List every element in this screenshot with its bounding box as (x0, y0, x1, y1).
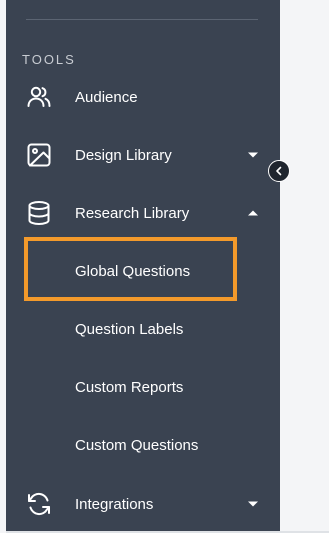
sidebar-item-integrations[interactable]: Integrations (6, 482, 280, 526)
chevron-up-icon (248, 210, 258, 216)
chevron-left-icon (276, 166, 282, 176)
sidebar-item-design-library[interactable]: Design Library (6, 133, 280, 177)
section-title-tools: TOOLS (22, 52, 76, 67)
sidebar-item-label: Research Library (75, 204, 190, 222)
sidebar-subitem-label: Custom Reports (75, 378, 184, 396)
users-icon (27, 86, 51, 107)
chevron-down-icon (248, 501, 258, 507)
highlight-box (24, 237, 237, 301)
image-icon (27, 143, 51, 167)
sidebar-subitem-label: Question Labels (75, 320, 184, 338)
sidebar-subitem-question-labels[interactable]: Question Labels (6, 307, 280, 351)
sidebar-subitem-custom-questions[interactable]: Custom Questions (6, 423, 280, 467)
sidebar-item-research-library[interactable]: Research Library (6, 191, 280, 235)
sidebar-item-label: Integrations (75, 495, 154, 513)
sidebar-item-label: Audience (75, 88, 138, 106)
sidebar-item-label: Design Library (75, 146, 172, 164)
chevron-down-icon (248, 152, 258, 158)
collapse-sidebar-button[interactable] (268, 160, 290, 182)
sidebar-divider (26, 19, 258, 20)
sync-icon (28, 492, 50, 516)
sidebar-subitem-custom-reports[interactable]: Custom Reports (6, 365, 280, 409)
sidebar-subitem-label: Custom Questions (75, 436, 199, 454)
sidebar-item-audience[interactable]: Audience (6, 75, 280, 119)
database-icon (28, 201, 50, 225)
